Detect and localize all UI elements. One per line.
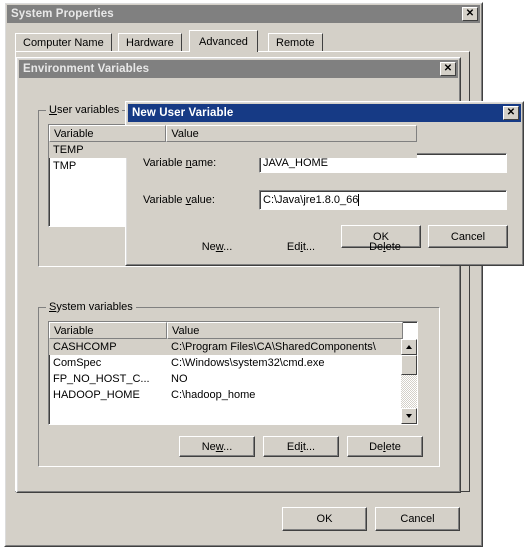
system-variables-label-text: ystem variables bbox=[56, 301, 133, 313]
user-variables-rows: TEMP TMP bbox=[49, 142, 417, 174]
table-row[interactable]: HADOOP_HOME C:\hadoop_home bbox=[49, 387, 417, 403]
tab-computer-name[interactable]: Computer Name bbox=[15, 33, 112, 52]
system-properties-ok-label: OK bbox=[316, 513, 333, 525]
system-delete-button[interactable]: Delete bbox=[347, 436, 423, 457]
system-variables-header: Variable Value bbox=[49, 322, 417, 339]
variable-value-input[interactable]: C:\Java\jre1.8.0_66 bbox=[259, 190, 507, 210]
text-caret bbox=[358, 194, 360, 206]
user-variable-name: TMP bbox=[53, 160, 77, 172]
system-variables-group-label: System variables bbox=[46, 301, 136, 313]
system-edit-button[interactable]: Edit... bbox=[263, 436, 339, 457]
tab-computer-name-label: Computer Name bbox=[23, 37, 104, 49]
new-user-variable-title: New User Variable bbox=[132, 107, 234, 119]
system-properties-titlebar[interactable]: System Properties ✕ bbox=[7, 5, 480, 23]
scrollbar-thumb[interactable] bbox=[401, 355, 417, 375]
environment-variables-titlebar[interactable]: Environment Variables ✕ bbox=[19, 60, 458, 78]
system-properties-title: System Properties bbox=[11, 8, 114, 20]
scroll-down-icon[interactable] bbox=[401, 408, 417, 424]
close-icon[interactable]: ✕ bbox=[503, 106, 519, 120]
table-row[interactable]: ComSpec C:\Windows\system32\cmd.exe bbox=[49, 355, 417, 371]
variable-value-value: C:\Java\jre1.8.0_66 bbox=[263, 194, 359, 206]
tab-advanced[interactable]: Advanced bbox=[189, 30, 258, 52]
table-row[interactable]: CASHCOMP C:\Program Files\CA\SharedCompo… bbox=[49, 339, 417, 355]
user-variables-column-value[interactable]: Value bbox=[166, 125, 417, 142]
system-variable-value: C:\Windows\system32\cmd.exe bbox=[171, 357, 325, 369]
close-icon[interactable]: ✕ bbox=[440, 62, 456, 76]
user-variables-group-label: User variables bbox=[46, 104, 123, 116]
new-user-variable-cancel-label: Cancel bbox=[450, 230, 486, 243]
table-row[interactable]: TEMP bbox=[49, 142, 417, 158]
system-variable-value: NO bbox=[171, 373, 188, 385]
variable-value-label: Variable value: bbox=[143, 194, 215, 206]
table-row[interactable]: TMP bbox=[49, 158, 417, 174]
screen: System Properties ✕ Computer Name Hardwa… bbox=[0, 0, 530, 553]
system-properties-cancel-button[interactable]: Cancel bbox=[375, 507, 460, 531]
system-variables-column-variable[interactable]: Variable bbox=[49, 322, 167, 339]
system-variables-column-value[interactable]: Value bbox=[167, 322, 403, 339]
user-variable-name: TEMP bbox=[53, 144, 84, 156]
system-properties-cancel-label: Cancel bbox=[400, 513, 435, 525]
system-variables-group: System variables Variable Value CASHCOMP… bbox=[38, 301, 440, 467]
system-variables-rows: CASHCOMP C:\Program Files\CA\SharedCompo… bbox=[49, 339, 417, 403]
system-properties-ok-button[interactable]: OK bbox=[282, 507, 367, 531]
system-variable-name: FP_NO_HOST_C... bbox=[53, 373, 150, 385]
tab-remote-label: Remote bbox=[276, 37, 315, 49]
user-variables-mnemonic: U bbox=[49, 104, 57, 116]
environment-variables-title: Environment Variables bbox=[23, 63, 150, 75]
tab-remote[interactable]: Remote bbox=[268, 33, 323, 52]
user-variables-header: Variable Value bbox=[49, 125, 417, 142]
new-user-variable-ok-label: OK bbox=[373, 230, 389, 243]
tab-hardware[interactable]: Hardware bbox=[118, 33, 182, 52]
tabstrip: Computer Name Hardware Advanced Remote bbox=[15, 30, 465, 52]
tab-hardware-label: Hardware bbox=[126, 37, 174, 49]
tab-advanced-label: Advanced bbox=[199, 35, 248, 48]
system-variable-value: C:\Program Files\CA\SharedComponents\ bbox=[171, 341, 376, 353]
system-variable-name: HADOOP_HOME bbox=[53, 389, 140, 401]
system-variables-scrollbar[interactable] bbox=[401, 339, 417, 424]
close-icon[interactable]: ✕ bbox=[462, 7, 478, 21]
system-new-button[interactable]: New... bbox=[179, 436, 255, 457]
system-variable-name: ComSpec bbox=[53, 357, 102, 369]
scroll-up-icon[interactable] bbox=[401, 339, 417, 355]
system-variable-name: CASHCOMP bbox=[53, 341, 117, 353]
system-variables-listview[interactable]: Variable Value CASHCOMP C:\Program Files… bbox=[48, 321, 418, 425]
table-row[interactable]: FP_NO_HOST_C... NO bbox=[49, 371, 417, 387]
new-user-variable-cancel-button[interactable]: Cancel bbox=[428, 225, 508, 248]
user-variables-label-text: ser variables bbox=[56, 104, 120, 116]
system-variable-value: C:\hadoop_home bbox=[171, 389, 256, 401]
new-user-variable-titlebar[interactable]: New User Variable ✕ bbox=[128, 104, 521, 122]
user-variables-column-variable[interactable]: Variable bbox=[49, 125, 167, 142]
